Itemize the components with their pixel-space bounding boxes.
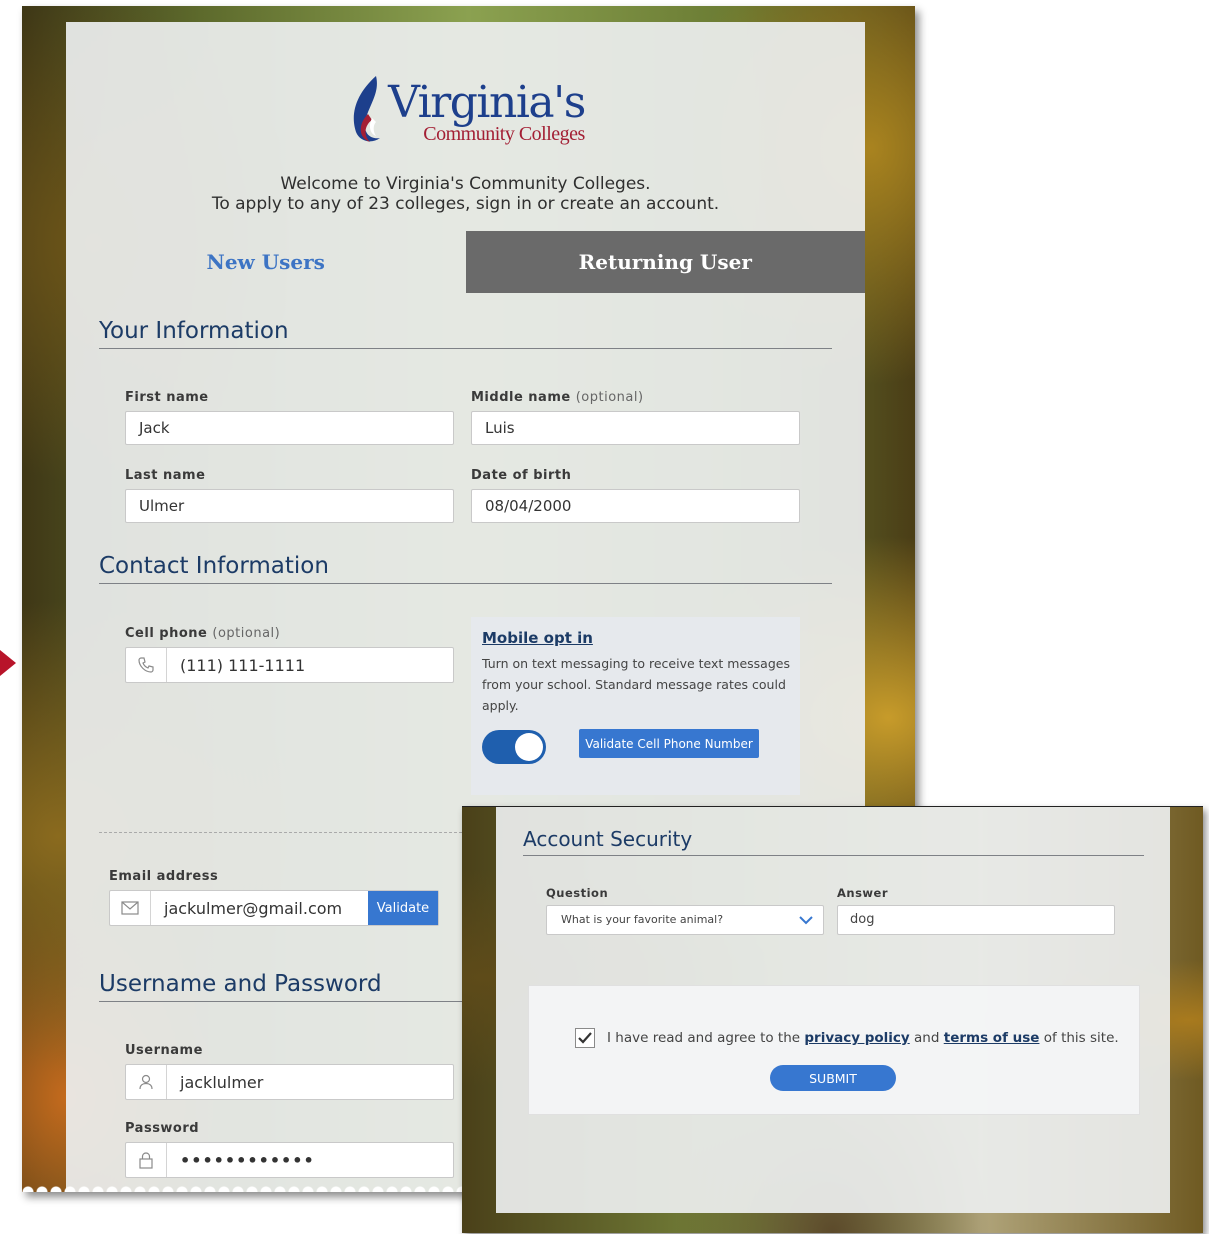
vccs-logo: Virginia's Community Colleges [66, 74, 865, 150]
callout-arrow [0, 650, 16, 676]
middle-name-label: Middle name (optional) [471, 390, 644, 405]
agreement-text-before: I have read and agree to the [607, 1030, 801, 1046]
privacy-policy-link[interactable]: privacy policy [804, 1030, 909, 1046]
section-title-account-security: Account Security [523, 827, 1144, 856]
question-label: Question [546, 886, 609, 900]
checkmark-icon [578, 1032, 592, 1044]
agree-checkbox[interactable] [575, 1028, 595, 1048]
user-icon [126, 1065, 167, 1099]
tab-returning-user[interactable]: Returning User [465, 231, 865, 293]
date-of-birth-label: Date of birth [471, 468, 572, 483]
answer-label: Answer [837, 886, 889, 900]
agreement-text: I have read and agree to the privacy pol… [607, 1030, 1119, 1046]
validate-cell-phone-button[interactable]: Validate Cell Phone Number [579, 729, 759, 758]
chevron-down-icon [799, 916, 813, 925]
mobile-opt-in-title[interactable]: Mobile opt in [482, 629, 593, 647]
cell-phone-optional-tag: (optional) [212, 626, 281, 641]
mobile-opt-in-box: Mobile opt in Turn on text messaging to … [471, 617, 800, 795]
security-answer-field[interactable]: dog [837, 905, 1115, 935]
logo-main-text: Virginia's [388, 77, 586, 128]
email-address-field[interactable]: jackulmer@gmail.com Validate [109, 890, 439, 926]
cell-phone-value: (111) 111-1111 [180, 655, 306, 675]
username-value: jacklulmer [180, 1072, 264, 1092]
agreement-text-after: of this site. [1043, 1030, 1119, 1046]
cell-phone-label-text: Cell phone [125, 626, 208, 641]
cell-phone-label: Cell phone (optional) [125, 626, 280, 641]
mail-icon [110, 891, 151, 925]
date-of-birth-field[interactable]: 08/04/2000 [471, 489, 800, 523]
tab-new-users[interactable]: New Users [66, 231, 466, 293]
password-value: •••••••••••• [180, 1150, 315, 1170]
inset-screenshot-account-security: Account Security Question What is your f… [462, 806, 1203, 1233]
account-tabs: New Users Returning User [66, 231, 865, 293]
first-name-field[interactable]: Jack [125, 411, 454, 445]
email-address-value: jackulmer@gmail.com [164, 898, 343, 918]
section-title-your-information: Your Information [99, 318, 832, 349]
mobile-opt-in-toggle[interactable] [482, 730, 546, 764]
validate-email-button[interactable]: Validate [368, 891, 438, 925]
welcome-line-2: To apply to any of 23 colleges, sign in … [211, 194, 720, 214]
terms-of-use-link[interactable]: terms of use [944, 1030, 1040, 1046]
last-name-field[interactable]: Ulmer [125, 489, 454, 523]
cell-phone-field[interactable]: (111) 111-1111 [125, 647, 454, 683]
password-label: Password [125, 1121, 200, 1136]
mobile-opt-in-description: Turn on text messaging to receive text m… [482, 656, 790, 713]
welcome-message: Welcome to Virginia's Community Colleges… [66, 174, 865, 214]
toggle-knob [515, 733, 543, 761]
account-security-panel: Account Security Question What is your f… [496, 807, 1170, 1213]
security-question-select[interactable]: What is your favorite animal? [546, 905, 824, 935]
section-title-contact-information: Contact Information [99, 553, 832, 584]
username-field[interactable]: jacklulmer [125, 1064, 454, 1100]
username-label: Username [125, 1043, 203, 1058]
email-address-label: Email address [109, 869, 219, 884]
agreement-text-and: and [914, 1030, 940, 1046]
security-question-value: What is your favorite animal? [561, 913, 724, 926]
flame-logo-icon [353, 76, 381, 142]
last-name-label: Last name [125, 468, 206, 483]
first-name-label: First name [125, 390, 209, 405]
welcome-line-1: Welcome to Virginia's Community Colleges… [280, 174, 651, 194]
middle-name-label-text: Middle name [471, 390, 571, 405]
middle-name-field[interactable]: Luis [471, 411, 800, 445]
submit-button[interactable]: SUBMIT [770, 1065, 896, 1091]
password-field[interactable]: •••••••••••• [125, 1142, 454, 1178]
middle-name-optional-tag: (optional) [575, 390, 644, 405]
agreement-box: I have read and agree to the privacy pol… [528, 985, 1140, 1115]
phone-icon [126, 648, 167, 682]
lock-icon [126, 1143, 167, 1177]
